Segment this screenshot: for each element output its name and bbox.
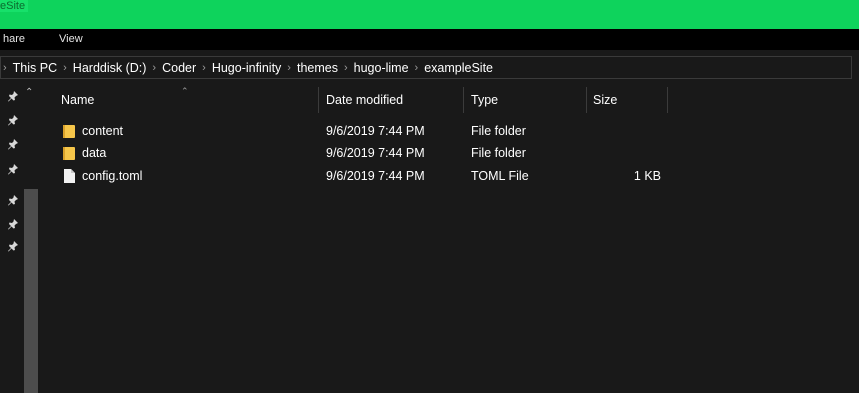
chevron-right-icon[interactable]: › (344, 62, 348, 74)
pin-icon[interactable] (7, 114, 19, 126)
file-icon (64, 169, 75, 183)
pin-icon[interactable] (7, 163, 19, 175)
column-divider[interactable] (463, 87, 464, 113)
chevron-right-icon[interactable]: › (152, 62, 156, 74)
tab-view[interactable]: View (59, 29, 83, 50)
breadcrumb-themes[interactable]: themes (297, 61, 338, 75)
breadcrumb-hugo-lime[interactable]: hugo-lime (354, 61, 409, 75)
pin-icon[interactable] (7, 194, 19, 206)
pin-icon[interactable] (7, 90, 19, 102)
folder-icon (63, 147, 75, 160)
column-header-date-modified[interactable]: Date modified (326, 87, 403, 113)
chevron-right-icon[interactable]: › (415, 62, 419, 74)
pin-icon[interactable] (7, 240, 19, 252)
breadcrumb-coder[interactable]: Coder (162, 61, 196, 75)
file-size (593, 142, 661, 164)
column-divider[interactable] (586, 87, 587, 113)
file-row[interactable]: data 9/6/2019 7:44 PM File folder (48, 142, 668, 164)
file-name: config.toml (82, 169, 143, 183)
column-header-size[interactable]: Size (593, 87, 617, 113)
nav-scrollbar-thumb[interactable] (24, 189, 38, 393)
ribbon-tabs: hare View (0, 29, 859, 50)
file-name: content (82, 124, 124, 138)
column-divider[interactable] (667, 87, 668, 113)
navigation-pane: ⌃ (0, 86, 38, 393)
file-size (593, 120, 661, 142)
breadcrumb-examplesite[interactable]: exampleSite (424, 61, 493, 75)
file-date-modified: 9/6/2019 7:44 PM (326, 146, 425, 160)
breadcrumb-harddisk[interactable]: Harddisk (D:) (73, 61, 147, 75)
chevron-right-icon[interactable]: › (3, 62, 7, 74)
breadcrumb-this-pc[interactable]: This PC (13, 61, 57, 75)
column-header-name[interactable]: Name (61, 87, 94, 113)
folder-icon (63, 125, 75, 138)
tab-share[interactable]: hare (3, 29, 25, 50)
sort-ascending-icon: ⌃ (181, 86, 189, 96)
file-date-modified: 9/6/2019 7:44 PM (326, 124, 425, 138)
file-name: data (82, 146, 107, 160)
title-bar: eSite (0, 0, 859, 29)
breadcrumb-hugo-infinity[interactable]: Hugo-infinity (212, 61, 281, 75)
file-type: File folder (471, 146, 526, 160)
address-bar[interactable]: › This PC › Harddisk (D:) › Coder › Hugo… (0, 56, 852, 79)
file-size: 1 KB (633, 169, 661, 183)
file-date-modified: 9/6/2019 7:44 PM (326, 169, 425, 183)
file-row[interactable]: config.toml 9/6/2019 7:44 PM TOML File 1… (48, 165, 668, 187)
chevron-right-icon[interactable]: › (287, 62, 291, 74)
chevron-right-icon[interactable]: › (202, 62, 206, 74)
pin-icon[interactable] (7, 218, 19, 230)
chevron-up-icon[interactable]: ⌃ (25, 87, 33, 98)
file-type: File folder (471, 124, 526, 138)
column-header-type[interactable]: Type (471, 87, 498, 113)
chevron-right-icon[interactable]: › (63, 62, 67, 74)
file-type: TOML File (471, 169, 529, 183)
file-row[interactable]: content 9/6/2019 7:44 PM File folder (48, 120, 668, 142)
breadcrumb: › This PC › Harddisk (D:) › Coder › Hugo… (3, 57, 493, 78)
column-divider[interactable] (318, 87, 319, 113)
window-title: eSite (0, 0, 29, 12)
pin-icon[interactable] (7, 138, 19, 150)
